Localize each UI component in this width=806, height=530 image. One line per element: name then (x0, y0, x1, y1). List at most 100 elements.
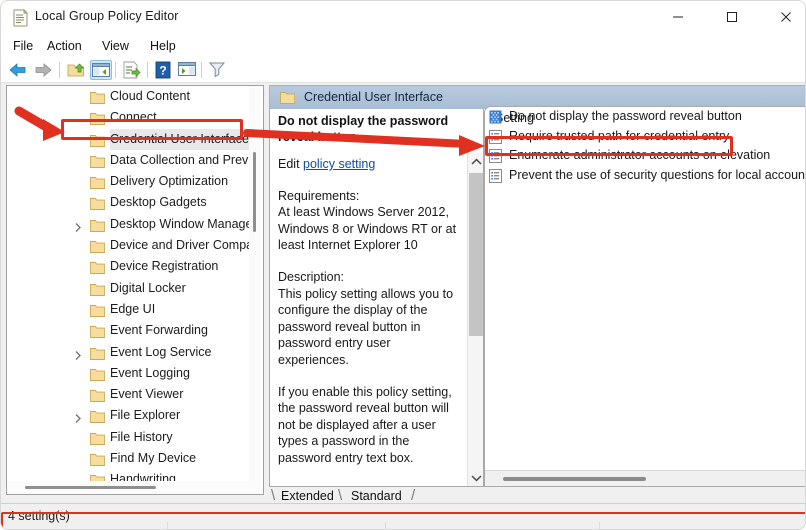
console-tree[interactable]: Cloud Content Connect Credential User Inte… (7, 86, 253, 494)
tab-divider: / (411, 487, 416, 504)
show-hide-action-pane-button[interactable] (177, 60, 199, 80)
policy-description-body: Edit policy setting Requirements: At lea… (278, 156, 463, 481)
edit-prefix-label: Edit (278, 157, 304, 171)
tree-node-label: File History (110, 429, 173, 444)
folder-icon (90, 175, 106, 190)
title-bar: Local Group Policy Editor (1, 1, 805, 34)
detail-pane-header-label: Credential User Interface (304, 90, 443, 104)
tree-node[interactable]: Event Forwarding (7, 320, 253, 341)
up-one-level-icon (67, 63, 85, 77)
chevron-up-icon (470, 158, 482, 165)
settings-horizontal-scrollbar[interactable] (485, 470, 805, 486)
chevron-right-icon[interactable] (73, 219, 83, 232)
policy-setting-link[interactable]: policy setting (303, 157, 375, 171)
close-button[interactable] (763, 1, 805, 33)
requirements-label: Requirements: (278, 188, 360, 203)
settings-list-pane: Setting Do not display the password reve… (484, 106, 805, 487)
tree-node-label: Desktop Window Manager (110, 216, 253, 231)
tree-node[interactable]: Data Collection and Preview (7, 150, 253, 171)
tree-horizontal-scrollbar[interactable] (7, 481, 251, 494)
toolbar-separator (147, 62, 148, 78)
settings-list-row[interactable]: Prevent the use of security questions fo… (485, 166, 805, 186)
tree-node[interactable]: Cloud Content (7, 86, 253, 107)
tree-node-label: Connect (110, 110, 157, 125)
settings-list[interactable]: Do not display the password reveal butto… (485, 107, 805, 186)
toolbar-separator (115, 62, 116, 78)
menu-item-file[interactable]: File (9, 37, 37, 55)
close-icon (781, 12, 791, 22)
tree-node[interactable]: Find My Device (7, 448, 253, 469)
tree-vertical-scrollbar[interactable] (249, 86, 260, 494)
tree-node-label: File Explorer (110, 408, 181, 423)
tree-node[interactable]: Delivery Optimization (7, 171, 253, 192)
tree-vertical-scroll-thumb[interactable] (253, 152, 256, 232)
help-button[interactable]: ? (153, 60, 175, 80)
tree-node[interactable]: Event Logging (7, 363, 253, 384)
export-list-icon (123, 61, 141, 79)
maximize-button[interactable] (709, 1, 755, 33)
up-one-level-button[interactable] (65, 60, 87, 80)
requirements-text: At least Windows Server 2012, Windows 8 … (278, 205, 457, 253)
tree-node[interactable]: Desktop Window Manager (7, 214, 253, 235)
svg-text:?: ? (159, 64, 166, 78)
tree-node[interactable]: File Explorer (7, 405, 253, 426)
tree-node[interactable]: Device Registration (7, 256, 253, 277)
folder-icon (90, 90, 106, 104)
tree-node[interactable]: Event Viewer (7, 384, 253, 405)
back-button[interactable] (7, 60, 29, 80)
menu-item-view[interactable]: View (98, 37, 133, 55)
minimize-button[interactable] (655, 1, 701, 33)
show-hide-console-tree-button[interactable] (90, 60, 112, 80)
tree-node[interactable]: Edge UI (7, 299, 253, 320)
folder-icon (90, 346, 106, 360)
chevron-right-icon[interactable] (73, 347, 83, 360)
tree-node[interactable]: Credential User Interface (7, 128, 253, 150)
tree-node-label: Event Logging (110, 365, 190, 380)
tree-node-label: Device Registration (110, 259, 219, 274)
filter-button[interactable] (207, 60, 229, 80)
detail-vertical-scroll-thumb[interactable] (469, 173, 483, 336)
status-cell (167, 522, 385, 529)
policy-setting-icon (489, 110, 502, 124)
forward-button[interactable] (32, 60, 54, 80)
folder-icon (90, 324, 106, 339)
tree-node-label: Digital Locker (110, 280, 186, 295)
tree-node-label: Credential User Interface (110, 128, 249, 150)
folder-icon (90, 154, 106, 168)
settings-horizontal-scroll-thumb[interactable] (503, 477, 646, 481)
tree-node-label: Event Viewer (110, 387, 184, 402)
settings-list-row[interactable]: Do not display the password reveal butto… (485, 107, 805, 127)
settings-list-row[interactable]: Require trusted path for credential entr… (485, 127, 805, 147)
description-paragraph-2-block: If you enable this policy setting, the p… (278, 384, 463, 467)
tree-node[interactable]: Digital Locker (7, 278, 253, 299)
folder-icon (90, 133, 106, 147)
maximize-icon (727, 12, 737, 22)
tree-node[interactable]: Connect (7, 107, 253, 128)
settings-list-row-label: Do not display the password reveal butto… (509, 109, 742, 123)
folder-icon (90, 196, 106, 211)
tree-horizontal-scroll-thumb[interactable] (25, 486, 156, 489)
toolbar-separator (59, 62, 60, 78)
tree-node[interactable]: Desktop Gadgets (7, 192, 253, 213)
settings-list-row[interactable]: Enumerate administrator accounts on elev… (485, 146, 805, 166)
folder-icon (90, 431, 106, 445)
scroll-up-button[interactable] (468, 153, 483, 170)
tree-node[interactable]: Event Log Service (7, 342, 253, 363)
show-hide-action-pane-icon (178, 62, 196, 76)
scroll-down-button[interactable] (468, 469, 483, 486)
chevron-right-icon[interactable] (73, 410, 83, 424)
folder-icon (90, 367, 106, 381)
extended-detail-pane: Do not display the password reveal butto… (269, 109, 484, 487)
menu-bar: File Action View Help (1, 34, 805, 57)
status-cell (385, 522, 599, 529)
policy-editor-icon (12, 8, 29, 27)
detail-vertical-scrollbar[interactable] (467, 153, 483, 486)
menu-item-action[interactable]: Action (43, 37, 86, 55)
menu-item-help[interactable]: Help (146, 37, 180, 55)
export-list-button[interactable] (121, 60, 143, 80)
show-hide-console-tree-icon (92, 63, 110, 77)
description-block: Description: This policy setting allows … (278, 269, 463, 369)
tree-node[interactable]: Device and Driver Compatibil (7, 235, 253, 256)
settings-list-row-label: Enumerate administrator accounts on elev… (509, 148, 771, 162)
tree-node[interactable]: File History (7, 427, 253, 448)
